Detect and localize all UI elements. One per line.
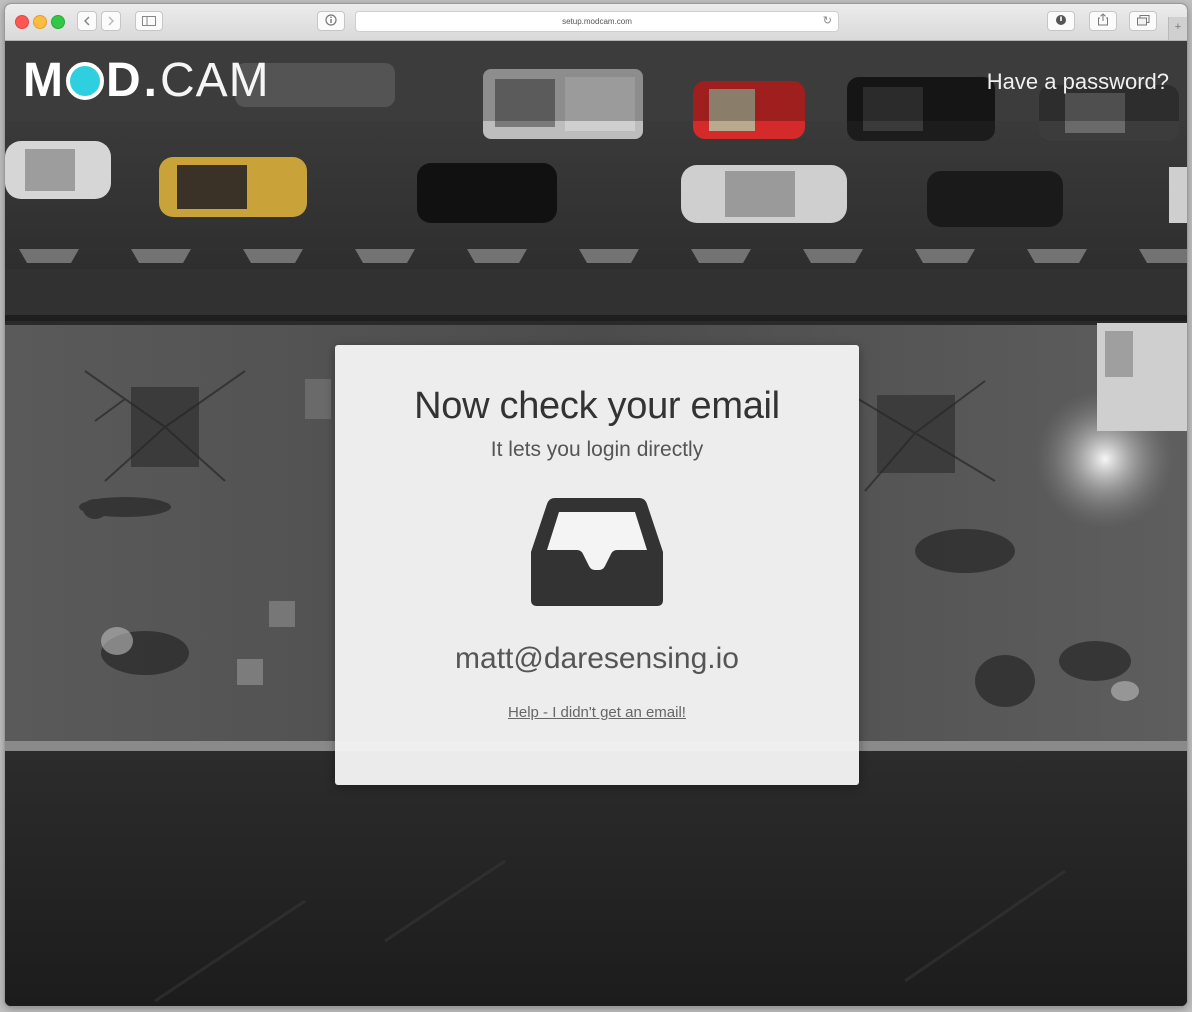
site-info-button[interactable]: [317, 11, 345, 31]
chevron-right-icon: [108, 16, 115, 26]
brand-letter-m: M: [23, 54, 64, 107]
info-icon: [1056, 15, 1066, 25]
sidebar-button[interactable]: [135, 11, 163, 31]
minimize-window-button[interactable]: [33, 15, 47, 29]
address-bar-text: setup.modcam.com: [562, 17, 632, 26]
tabs-icon: [1136, 15, 1149, 26]
back-button[interactable]: [77, 11, 97, 31]
browser-window: setup.modcam.com ↻ + M D . CAM Have a pa…: [5, 4, 1187, 1006]
card-title: Now check your email: [414, 385, 780, 427]
share-icon: [1098, 13, 1108, 26]
forward-button[interactable]: [101, 11, 121, 31]
close-window-button[interactable]: [15, 15, 29, 29]
zoom-window-button[interactable]: [51, 15, 65, 29]
card-subtitle: It lets you login directly: [490, 438, 704, 461]
brand-cam: CAM: [160, 54, 270, 107]
browser-toolbar: setup.modcam.com ↻ +: [5, 4, 1187, 41]
address-bar[interactable]: setup.modcam.com ↻: [355, 11, 839, 32]
tabs-overview-button[interactable]: [1129, 11, 1157, 31]
share-button[interactable]: [1089, 11, 1117, 31]
brand-logo[interactable]: M D . CAM: [23, 57, 270, 105]
brand-dot: .: [143, 54, 158, 107]
brand-o-icon: [65, 62, 104, 100]
have-password-link[interactable]: Have a password?: [987, 69, 1169, 95]
new-tab-button[interactable]: +: [1168, 17, 1187, 40]
help-no-email-link[interactable]: Help - I didn't get an email!: [508, 704, 686, 721]
sidebar-icon: [142, 16, 156, 26]
check-email-card: Now check your email It lets you login d…: [335, 345, 859, 785]
reload-icon[interactable]: ↻: [823, 12, 832, 31]
recipient-email: matt@daresensing.io: [455, 642, 739, 675]
info-icon: [325, 14, 337, 26]
page-viewport: M D . CAM Have a password? Now check you…: [5, 41, 1187, 1006]
extension-button[interactable]: [1047, 11, 1075, 31]
chevron-left-icon: [83, 16, 90, 26]
brand-letter-d: D: [105, 54, 142, 107]
inbox-icon: [531, 498, 663, 606]
